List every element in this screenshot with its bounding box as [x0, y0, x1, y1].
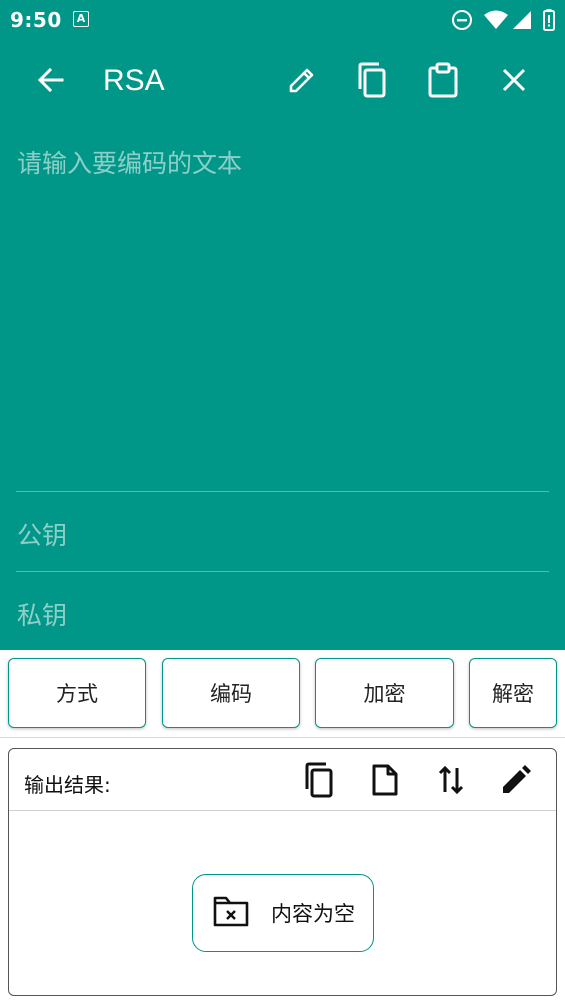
- copy-icon[interactable]: [352, 60, 392, 100]
- method-button[interactable]: 方式: [8, 658, 146, 728]
- divider-line: [16, 571, 549, 572]
- wifi-icon: [483, 9, 509, 35]
- close-icon[interactable]: [494, 60, 534, 100]
- dnd-icon: [451, 9, 473, 35]
- notification-badge: A: [73, 11, 89, 27]
- empty-text: 内容为空: [271, 902, 355, 926]
- edit-pencil-icon[interactable]: [282, 60, 322, 100]
- section-divider: [0, 737, 565, 738]
- back-arrow-icon[interactable]: [31, 60, 71, 100]
- swap-vertical-icon[interactable]: [433, 762, 469, 798]
- public-key-input[interactable]: 公钥: [17, 516, 67, 552]
- clipboard-icon[interactable]: [423, 60, 463, 100]
- output-card: 输出结果: 内容为空: [8, 748, 557, 996]
- status-time: 9:50: [10, 8, 62, 32]
- status-bar: 9:50 A: [0, 0, 565, 40]
- output-label: 输出结果:: [24, 773, 111, 797]
- edit-icon[interactable]: [498, 762, 534, 798]
- empty-state: 内容为空: [192, 874, 374, 952]
- encrypt-button[interactable]: 加密: [315, 658, 454, 728]
- file-icon[interactable]: [367, 762, 403, 798]
- decrypt-button[interactable]: 解密: [469, 658, 557, 728]
- page-title: RSA: [103, 64, 165, 97]
- private-key-input[interactable]: 私钥: [17, 596, 67, 632]
- battery-icon: [543, 9, 555, 35]
- copy-icon[interactable]: [301, 762, 337, 798]
- text-input[interactable]: 请输入要编码的文本: [17, 144, 242, 180]
- encoding-button[interactable]: 编码: [162, 658, 300, 728]
- output-header: 输出结果:: [9, 749, 556, 811]
- toolbar: RSA: [0, 48, 565, 114]
- signal-icon: [511, 9, 533, 35]
- divider-line: [16, 491, 549, 492]
- empty-folder-icon: [213, 894, 249, 932]
